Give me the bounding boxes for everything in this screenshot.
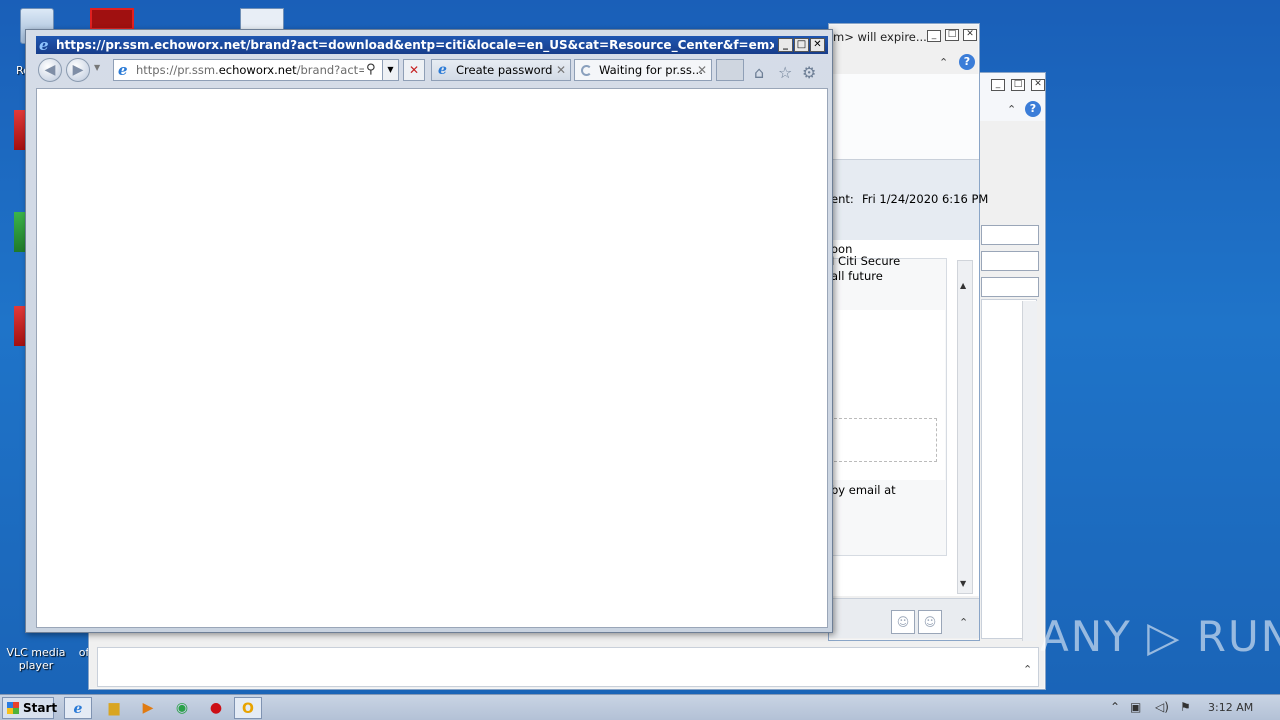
loading-spinner-icon	[581, 65, 592, 76]
sent-value: Fri 1/24/2020 6:16 PM	[862, 192, 989, 206]
ie-logo-icon: e	[39, 36, 49, 54]
red-app-icon[interactable]	[90, 8, 134, 30]
start-label: Start	[23, 701, 58, 715]
middle-title-fragment: m> will expire...	[833, 30, 927, 44]
back-scrollbar[interactable]	[1022, 301, 1037, 641]
middle-collapse-icon[interactable]: ⌃	[939, 56, 948, 69]
taskbar-chrome-icon[interactable]: ◉	[168, 697, 196, 719]
taskbar-ie-icon[interactable]: e	[64, 697, 92, 719]
tab-ie-icon: e	[438, 62, 447, 78]
taskbar-media-player-icon[interactable]: ▶	[134, 697, 162, 719]
address-url[interactable]: https://pr.ssm.echoworx.net/brand?act=do…	[136, 63, 364, 77]
outlook-window-middle[interactable]: m> will expire... _ □ ✕ ⌃ ? ent: Fri 1/2…	[828, 23, 988, 641]
address-prefix: https://pr.ssm.	[136, 63, 219, 77]
forward-arrow-icon[interactable]: ▶	[66, 58, 90, 82]
anyrun-watermark: ANY ▷ RUN	[1040, 612, 1280, 661]
tab-waiting[interactable]: Waiting for pr.ss... ✕	[574, 59, 712, 81]
body-line-3: all future	[831, 269, 883, 283]
back-field-1[interactable]	[981, 225, 1039, 245]
middle-maximize-button[interactable]: □	[945, 29, 959, 41]
ie-content-area[interactable]	[36, 88, 828, 628]
sent-label: ent:	[831, 192, 854, 206]
stop-button[interactable]: ✕	[403, 59, 425, 81]
middle-help-icon[interactable]: ?	[959, 54, 975, 70]
back-help-icon[interactable]: ?	[1025, 101, 1041, 117]
ie-maximize-button[interactable]: □	[794, 38, 809, 52]
body-line-2: I Citi Secure	[831, 254, 901, 268]
ie-navbar: ◀ ▶ ▼ e https://pr.ssm.echoworx.net/bran…	[36, 55, 828, 85]
tab-label: Waiting for pr.ss...	[599, 63, 703, 77]
start-button[interactable]: Start	[2, 697, 58, 719]
windows-logo-icon	[7, 702, 19, 714]
favorites-star-icon[interactable]: ☆	[778, 63, 792, 82]
ie-close-button[interactable]: ✕	[810, 38, 825, 52]
tab-close-icon[interactable]: ✕	[697, 60, 707, 80]
history-dropdown-icon[interactable]: ▼	[94, 63, 100, 72]
ie-titlebar[interactable]: e https://pr.ssm.echoworx.net/brand?act=…	[36, 36, 828, 54]
tab-create-password[interactable]: e Create password ✕	[431, 59, 571, 81]
taskbar-opera-icon[interactable]: ●	[202, 697, 230, 719]
search-icon[interactable]: ⚲	[366, 62, 376, 77]
back-minimize-button[interactable]: _	[991, 79, 1005, 91]
contact-photo-icon-2[interactable]: ☺	[918, 610, 942, 634]
middle-scrollbar[interactable]: ▲ ▼	[957, 260, 973, 594]
desktop-icon-vlc-label: VLC media player	[6, 646, 66, 672]
middle-minimize-button[interactable]: _	[927, 30, 941, 42]
taskbar-explorer-icon[interactable]: ▆	[100, 697, 128, 719]
scroll-up-arrow-icon[interactable]: ▲	[960, 281, 966, 290]
ie-window[interactable]: e https://pr.ssm.echoworx.net/brand?act=…	[25, 29, 833, 633]
back-fields	[981, 225, 1039, 301]
settings-gear-icon[interactable]: ⚙	[802, 63, 816, 82]
body-line-4: by email at	[831, 483, 896, 497]
middle-ribbon	[829, 74, 979, 160]
middle-close-button[interactable]: ✕	[963, 29, 977, 41]
tray-action-center-icon[interactable]: ▣	[1130, 700, 1141, 714]
tray-flag-icon[interactable]: ⚑	[1180, 700, 1191, 714]
tab-label: Create password	[456, 63, 553, 77]
new-tab-button[interactable]	[716, 59, 744, 81]
back-field-3[interactable]	[981, 277, 1039, 297]
document-icon[interactable]	[240, 8, 284, 30]
ie-minimize-button[interactable]: _	[778, 38, 793, 52]
tray-volume-icon[interactable]: ◁)	[1155, 700, 1169, 714]
home-icon[interactable]: ⌂	[754, 63, 764, 82]
back-collapse-ribbon-icon[interactable]: ⌃	[1007, 103, 1016, 116]
back-arrow-icon[interactable]: ◀	[38, 58, 62, 82]
address-bar[interactable]: e https://pr.ssm.echoworx.net/brand?act=…	[113, 59, 399, 81]
back-bottom-pane	[97, 647, 1039, 687]
address-suffix: /brand?act=down	[296, 63, 364, 77]
scroll-down-arrow-icon[interactable]: ▼	[960, 579, 966, 588]
contact-photo-icon-1[interactable]: ☺	[891, 610, 915, 634]
dashed-box	[829, 418, 937, 462]
back-bottom-collapse-icon[interactable]: ⌃	[1023, 663, 1032, 676]
back-close-button[interactable]: ✕	[1031, 79, 1045, 91]
tab-close-icon[interactable]: ✕	[556, 60, 566, 80]
address-domain: echoworx.net	[218, 63, 297, 77]
taskbar-outlook-icon[interactable]: O	[234, 697, 262, 719]
people-pane-expand-icon[interactable]: ⌃	[959, 616, 968, 629]
address-dropdown-icon[interactable]: ▼	[382, 60, 398, 80]
page-ie-icon: e	[118, 61, 128, 79]
back-field-2[interactable]	[981, 251, 1039, 271]
tray-expand-icon[interactable]: ⌃	[1110, 700, 1120, 714]
ie-title: https://pr.ssm.echoworx.net/brand?act=do…	[56, 38, 774, 52]
taskbar: Start e ▆ ▶ ◉ ● O ⌃ ▣ ◁) ⚑ 3:12 AM	[0, 694, 1280, 720]
back-maximize-button[interactable]: □	[1011, 79, 1025, 91]
taskbar-clock[interactable]: 3:12 AM	[1208, 701, 1253, 714]
